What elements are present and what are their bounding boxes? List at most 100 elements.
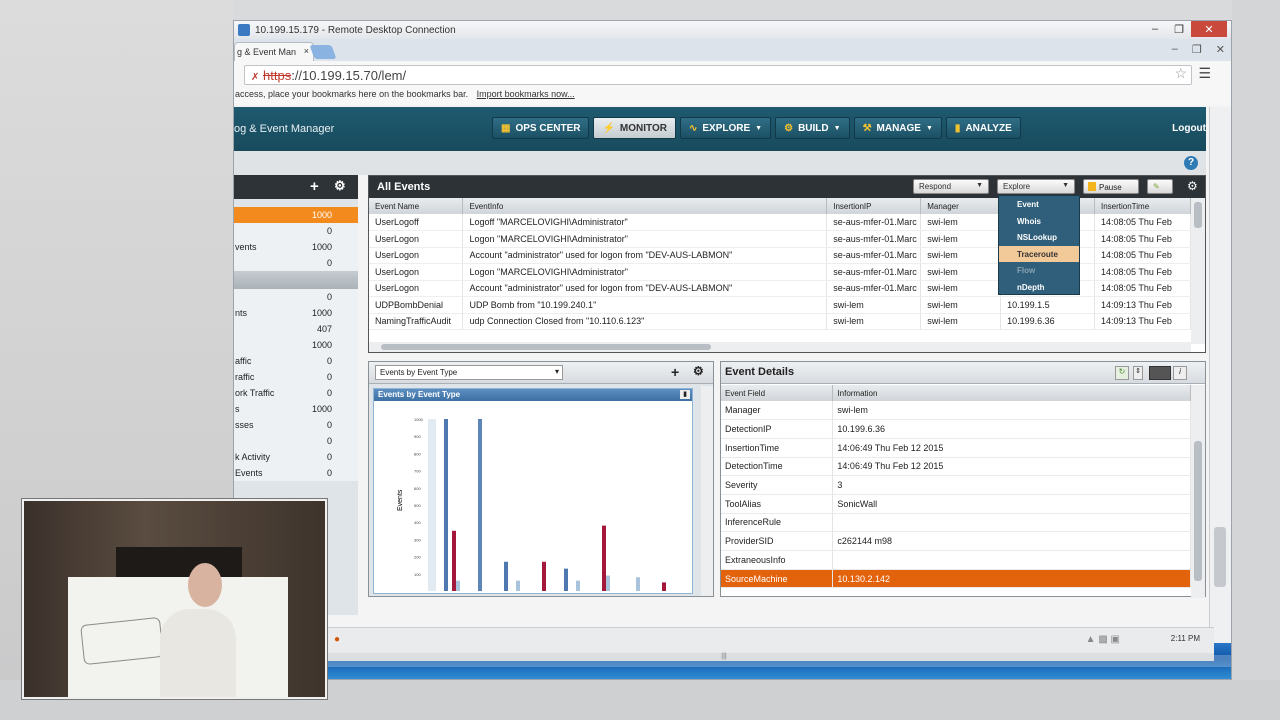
widget-row[interactable]: s 1000: [234, 401, 358, 417]
widget-row[interactable]: ork Traffic 0: [234, 385, 358, 401]
table-row[interactable]: NamingTrafficAudit udp Connection Closed …: [369, 313, 1191, 330]
refresh-icon[interactable]: ↻: [1115, 366, 1129, 380]
list-view-icon[interactable]: [1149, 366, 1171, 380]
widget-row[interactable]: 0: [234, 223, 358, 239]
chart-bar[interactable]: [456, 580, 460, 591]
chart-bar[interactable]: [564, 568, 568, 591]
table-row[interactable]: InsertionTime 14:06:49 Thu Feb 12 2015: [721, 438, 1191, 458]
chart-bar[interactable]: [606, 575, 610, 591]
browser-menu-icon[interactable]: ☰: [1198, 65, 1211, 82]
widget-row[interactable]: 1000: [234, 207, 358, 223]
restore-icon[interactable]: ❐: [1167, 21, 1191, 37]
widget-row[interactable]: 0: [234, 255, 358, 271]
table-row[interactable]: DetectionTime 14:06:49 Thu Feb 12 2015: [721, 457, 1191, 477]
events-column-header[interactable]: Event Name: [369, 198, 464, 214]
widget-row[interactable]: vents 1000: [234, 239, 358, 255]
table-row[interactable]: InferenceRule: [721, 513, 1191, 533]
tray-icons[interactable]: ▲ ▩ ▣: [1086, 634, 1120, 645]
chart-bar[interactable]: [542, 561, 546, 591]
details-column-header[interactable]: Event Field: [721, 385, 834, 401]
chart-type-icon[interactable]: ▮: [680, 390, 690, 399]
chart-bar[interactable]: [452, 530, 456, 591]
chart-bar[interactable]: [516, 580, 520, 591]
chart-bar[interactable]: [576, 580, 580, 591]
respond-dropdown[interactable]: Respond ▼: [913, 179, 989, 194]
filter-dropdown[interactable]: ✎: [1147, 179, 1173, 194]
widget-row[interactable]: k Activity 0: [234, 449, 358, 465]
address-bar[interactable]: ✗ https://10.199.15.70/lem/: [244, 65, 1192, 85]
events-column-header[interactable]: InsertionIP: [826, 198, 922, 214]
scrollbar-thumb[interactable]: [1194, 202, 1202, 228]
explore-menu-item[interactable]: Flow: [999, 262, 1079, 279]
widget-row[interactable]: sses 0: [234, 417, 358, 433]
nav-manage[interactable]: ⚒ MANAGE ▼: [853, 117, 942, 139]
table-row[interactable]: DetectionIP 10.199.6.36: [721, 419, 1191, 439]
events-horizontal-scrollbar[interactable]: [369, 342, 1191, 352]
widget-row[interactable]: nts 1000: [234, 305, 358, 321]
close-icon[interactable]: ✕: [1191, 21, 1227, 37]
browser-tab[interactable]: g & Event Man ×: [234, 42, 314, 61]
events-column-header[interactable]: InsertionTime: [1094, 198, 1191, 214]
widget-row[interactable]: affic 0: [234, 353, 358, 369]
explore-menu-item[interactable]: NSLookup: [999, 229, 1079, 246]
table-row[interactable]: UDPBombDenial UDP Bomb from "10.199.240.1…: [369, 296, 1191, 314]
browser-minimize-icon[interactable]: –: [1172, 43, 1178, 56]
chart-bar[interactable]: [602, 525, 606, 591]
explore-menu-item[interactable]: Event: [999, 196, 1079, 213]
widget-row[interactable]: 407: [234, 321, 358, 337]
explore-menu-item[interactable]: Traceroute: [999, 245, 1079, 262]
widget-row[interactable]: 1000: [234, 337, 358, 353]
splitter-handle[interactable]: |||: [234, 653, 1214, 661]
table-row[interactable]: ExtraneousInfo: [721, 550, 1191, 570]
explore-dropdown[interactable]: Explore ▼: [997, 179, 1075, 194]
widget-row[interactable]: 0: [234, 289, 358, 305]
app-taskbar-icon[interactable]: ●: [334, 634, 340, 645]
details-column-header[interactable]: Information: [832, 385, 1191, 401]
table-row[interactable]: Severity 3: [721, 475, 1191, 495]
widget-row[interactable]: Events 0: [234, 465, 358, 481]
events-column-header[interactable]: Manager: [920, 198, 1002, 214]
bookmark-star-icon[interactable]: ☆: [1174, 65, 1187, 82]
browser-close-icon[interactable]: ✕: [1216, 43, 1225, 56]
gear-icon[interactable]: ⚙: [1187, 179, 1198, 193]
info-icon[interactable]: i: [1173, 366, 1187, 380]
chart-scrollbar[interactable]: [701, 386, 713, 596]
nav-explore[interactable]: ∿ EXPLORE ▼: [679, 117, 772, 139]
table-row[interactable]: ToolAlias SonicWall: [721, 494, 1191, 514]
nav-ops-center[interactable]: ▦ OPS CENTER: [492, 117, 590, 139]
chart-bar[interactable]: [662, 582, 666, 591]
gear-icon[interactable]: ⚙: [693, 364, 704, 378]
chart-type-dropdown[interactable]: Events by Event Type ▾: [375, 365, 563, 380]
nav-monitor[interactable]: ⚡ MONITOR: [593, 117, 676, 139]
explore-menu-item[interactable]: Whois: [999, 213, 1079, 230]
events-column-header[interactable]: EventInfo: [462, 198, 828, 214]
help-icon[interactable]: ?: [1184, 156, 1198, 170]
nav-build[interactable]: ⚙ BUILD ▼: [775, 117, 850, 139]
scrollbar-thumb[interactable]: [381, 344, 711, 350]
details-scrollbar[interactable]: [1191, 385, 1205, 598]
browser-restore-icon[interactable]: ❐: [1192, 43, 1202, 56]
logout-link[interactable]: Logout: [1172, 123, 1206, 134]
table-row[interactable]: Manager swi-lem: [721, 401, 1191, 421]
scrollbar-thumb[interactable]: [1194, 441, 1202, 581]
minimize-icon[interactable]: –: [1143, 21, 1167, 37]
add-widget-icon[interactable]: +: [310, 178, 319, 195]
table-row[interactable]: SourceMachine 10.130.2.142: [721, 569, 1191, 589]
sort-icon[interactable]: ⇕: [1133, 366, 1143, 380]
table-row[interactable]: ProviderSID c262144 m98: [721, 531, 1191, 551]
chart-bar[interactable]: [636, 577, 640, 591]
chart-bar[interactable]: [478, 419, 482, 591]
new-tab-button[interactable]: [309, 45, 337, 59]
events-vertical-scrollbar[interactable]: [1191, 198, 1205, 344]
explore-menu-item[interactable]: nDepth: [999, 279, 1079, 296]
add-icon[interactable]: +: [671, 364, 679, 380]
pause-button[interactable]: Pause: [1083, 179, 1139, 194]
widget-row[interactable]: raffic 0: [234, 369, 358, 385]
chart-bar[interactable]: [504, 561, 508, 591]
widget-row[interactable]: 0: [234, 433, 358, 449]
chart-bar[interactable]: [444, 419, 448, 591]
import-bookmarks-link[interactable]: Import bookmarks now...: [477, 89, 575, 99]
nav-analyze[interactable]: ▮ ANALYZE: [945, 117, 1021, 139]
gear-icon[interactable]: ⚙: [334, 178, 346, 194]
tab-close-icon[interactable]: ×: [304, 46, 309, 56]
